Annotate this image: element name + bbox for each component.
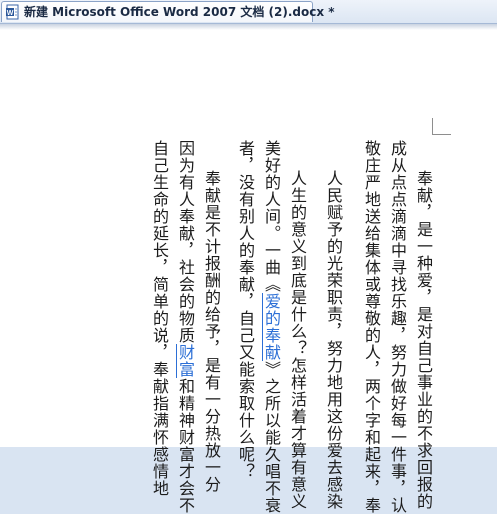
- song-title-link[interactable]: 爱的奉献: [262, 293, 281, 361]
- document-tab-strip: W 新建 Microsoft Office Word 2007 文档 (2).d…: [0, 0, 497, 24]
- page-margin-corner-mark: [432, 118, 451, 135]
- text-column[interactable]: 奉献是不计报酬的给予，是有一分热放一分: [200, 170, 222, 493]
- text-column[interactable]: 自己生命的延长，简单的说，奉献指满怀感情地: [148, 140, 170, 497]
- text-column[interactable]: 人生的意义到底是什么？怎样活着才算有意义: [286, 170, 308, 510]
- word-document-icon: W: [6, 4, 19, 20]
- svg-text:W: W: [7, 10, 14, 17]
- document-tab[interactable]: W 新建 Microsoft Office Word 2007 文档 (2).d…: [1, 1, 335, 22]
- document-tab-title: 新建 Microsoft Office Word 2007 文档 (2).doc…: [24, 5, 335, 19]
- text-segment: 》之所以能久唱不衰: [262, 361, 281, 514]
- text-segment: 因为有人奉献，社会的物质: [176, 140, 195, 344]
- text-column[interactable]: 因为有人奉献，社会的物质财富和精神财富才会不: [174, 140, 196, 514]
- text-column[interactable]: 成从点点滴滴中寻找乐趣，努力做好每一件事，认: [386, 140, 408, 514]
- text-column[interactable]: 人民赋予的光荣职责，努力地用这份爱去感染: [322, 170, 344, 510]
- text-segment: 美好的人间。一曲《: [262, 140, 281, 293]
- text-segment: 和精神财富才会不: [176, 378, 195, 514]
- page-top-shadow: [0, 24, 497, 30]
- text-column[interactable]: 者，没有别人的奉献，自己又能索取什么呢？: [234, 140, 256, 480]
- wealth-link[interactable]: 财富: [176, 344, 195, 378]
- text-column[interactable]: 敬庄严地送给集体或尊敬的人，两个字和起来，奉: [360, 140, 382, 514]
- text-column[interactable]: 美好的人间。一曲《爱的奉献》之所以能久唱不衰: [260, 140, 282, 514]
- text-column[interactable]: 奉献，是一种爱，是对自己事业的不求回报的: [412, 170, 434, 510]
